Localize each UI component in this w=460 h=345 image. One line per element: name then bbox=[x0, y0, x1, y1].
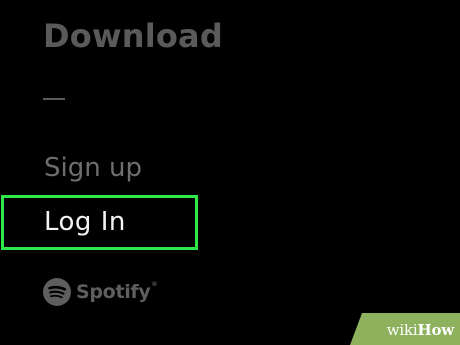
wikihow-watermark: wikiHow bbox=[350, 313, 460, 345]
spotify-wordmark: Spotify® bbox=[76, 281, 158, 303]
watermark-text: wikiHow bbox=[386, 321, 454, 339]
download-link[interactable]: Download bbox=[43, 14, 223, 58]
spotify-icon bbox=[43, 278, 71, 306]
spotify-logo: Spotify® bbox=[43, 278, 157, 306]
log-in-link[interactable]: Log In bbox=[44, 205, 126, 239]
menu-divider bbox=[43, 98, 65, 100]
sign-up-link[interactable]: Sign up bbox=[44, 151, 142, 185]
